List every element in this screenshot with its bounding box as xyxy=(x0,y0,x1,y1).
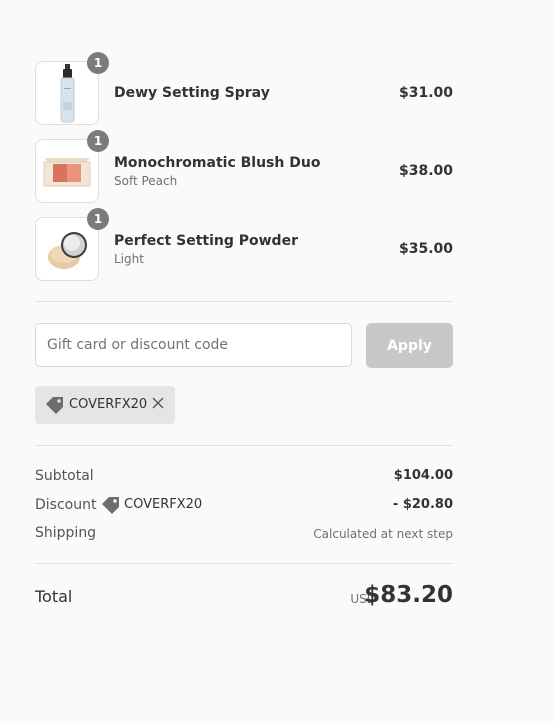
product-variant: Soft Peach xyxy=(114,174,178,188)
shipping-label: Shipping xyxy=(35,525,97,541)
quantity-badge: 1 xyxy=(87,52,109,74)
remove-discount-button[interactable] xyxy=(152,396,164,412)
tag-icon xyxy=(102,497,119,514)
divider xyxy=(35,445,453,446)
quantity-badge: 1 xyxy=(87,130,109,152)
line-item: 1 Monochromatic Blush Duo Soft Peach $38… xyxy=(35,130,453,203)
product-thumbnail: 1 xyxy=(35,52,109,125)
product-price: $35.00 xyxy=(398,241,453,257)
product-name: Dewy Setting Spray xyxy=(114,85,270,101)
close-icon xyxy=(152,397,164,409)
product-variant: Light xyxy=(114,252,144,266)
product-name: Perfect Setting Powder xyxy=(114,233,298,249)
quantity-badge: 1 xyxy=(87,208,109,230)
subtotal-label: Subtotal xyxy=(35,468,94,484)
loose-powder-jar-icon xyxy=(48,232,87,269)
total-amount: $83.20 xyxy=(364,582,453,608)
total-label: Total xyxy=(35,587,73,606)
line-item: 1 Perfect Setting Powder Light $35.00 xyxy=(35,208,453,281)
subtotal-value: $104.00 xyxy=(393,468,453,483)
tag-icon xyxy=(46,397,63,414)
blush-palette-icon xyxy=(43,158,91,187)
discount-code-label: COVERFX20 xyxy=(69,397,148,412)
applied-discount-chip: COVERFX20 xyxy=(35,386,175,424)
discount-code-input[interactable] xyxy=(35,323,352,367)
line-item: 1 Dewy Setting Spray $31.00 xyxy=(35,52,453,125)
product-thumbnail: 1 xyxy=(35,208,109,281)
discount-value: - $20.80 xyxy=(392,497,453,512)
divider xyxy=(35,563,453,564)
discount-label: Discount xyxy=(35,497,97,513)
divider xyxy=(35,301,453,302)
discount-row: Discount COVERFX20 xyxy=(35,497,285,514)
product-thumbnail: 1 xyxy=(35,130,109,203)
product-price: $31.00 xyxy=(398,85,453,101)
apply-button[interactable]: Apply xyxy=(366,323,453,368)
discount-code: COVERFX20 xyxy=(124,497,203,512)
product-name: Monochromatic Blush Duo xyxy=(114,155,321,171)
setting-spray-bottle-icon xyxy=(60,64,75,123)
shipping-value: Calculated at next step xyxy=(313,527,453,541)
product-price: $38.00 xyxy=(398,163,453,179)
